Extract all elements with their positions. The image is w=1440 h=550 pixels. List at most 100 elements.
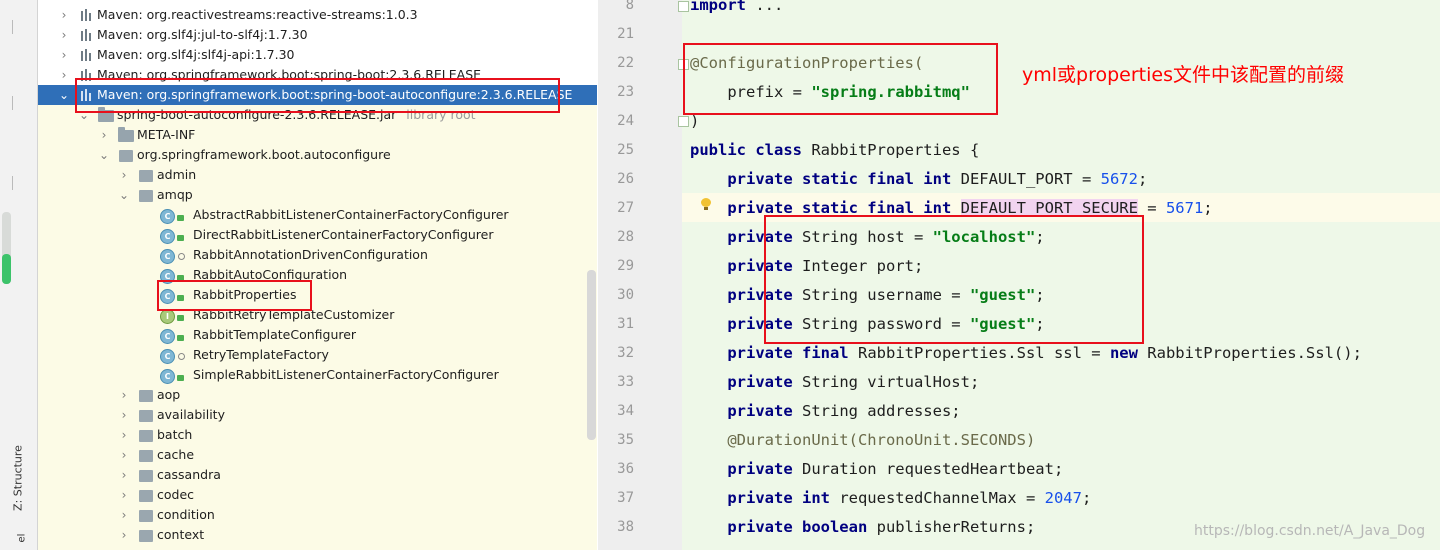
lock-icon	[177, 315, 184, 321]
package-icon	[139, 450, 153, 462]
line-number: 22	[617, 55, 634, 71]
chevron-right-icon[interactable]: ›	[118, 425, 130, 445]
line-number: 35	[617, 432, 634, 448]
chevron-right-icon[interactable]: ›	[58, 65, 70, 85]
library-icon	[80, 48, 94, 62]
tree-row-label: RabbitTemplateConfigurer	[193, 327, 357, 342]
tree-row-class[interactable]: C DirectRabbitListenerContainerFactoryCo…	[38, 225, 597, 245]
package-icon	[139, 510, 153, 522]
tree-row-interface[interactable]: I RabbitRetryTemplateCustomizer	[38, 305, 597, 325]
tree-row-library[interactable]: › Maven: org.slf4j:slf4j-api:1.7.30	[38, 45, 597, 65]
library-icon	[80, 8, 94, 22]
tree-row-class[interactable]: C RabbitAutoConfiguration	[38, 265, 597, 285]
class-icon: C	[160, 329, 175, 344]
line-number: 24	[617, 113, 634, 129]
tree-row-class[interactable]: C SimpleRabbitListenerContainerFactoryCo…	[38, 365, 597, 385]
tree-row-label: codec	[157, 487, 195, 502]
tree-row-package[interactable]: › availability	[38, 405, 597, 425]
tree-row-class[interactable]: C RetryTemplateFactory	[38, 345, 597, 365]
package-icon	[139, 410, 153, 422]
package-icon	[119, 150, 133, 162]
strip-divider	[12, 176, 13, 190]
class-icon: C	[160, 229, 175, 244]
chevron-right-icon[interactable]: ›	[58, 25, 70, 45]
tree-row-package[interactable]: ⌄ org.springframework.boot.autoconfigure	[38, 145, 597, 165]
class-icon: C	[160, 369, 175, 384]
tree-row-label: cache	[157, 447, 195, 462]
chevron-down-icon[interactable]: ⌄	[58, 85, 70, 105]
chevron-right-icon[interactable]: ›	[58, 45, 70, 65]
tree-row-package[interactable]: › context	[38, 525, 597, 545]
strip-divider	[12, 96, 13, 110]
code-line: private static final int DEFAULT_PORT = …	[727, 170, 1148, 188]
fold-marker-icon[interactable]	[678, 116, 689, 127]
chevron-right-icon[interactable]: ›	[118, 505, 130, 525]
line-number: 31	[617, 316, 634, 332]
tree-row-package[interactable]: › cache	[38, 445, 597, 465]
tree-row-package[interactable]: › cassandra	[38, 465, 597, 485]
tree-row-label: batch	[157, 427, 193, 442]
structure-tool-tab[interactable]: Z: Structure	[6, 438, 30, 518]
tree-row-label: Maven: org.slf4j:jul-to-slf4j:1.7.30	[97, 27, 308, 42]
tree-row-label: context	[157, 527, 205, 542]
tree-row-label: AbstractRabbitListenerContainerFactoryCo…	[193, 207, 509, 222]
library-icon	[80, 28, 94, 42]
line-number-gutter: 8 21 22 23 24 25 26 27 28 29 30 31 32 33…	[598, 0, 682, 550]
line-number: 32	[617, 345, 634, 361]
package-icon	[139, 390, 153, 402]
chevron-right-icon[interactable]: ›	[118, 485, 130, 505]
highlight-box-prefix	[683, 43, 998, 115]
chevron-right-icon[interactable]: ›	[118, 385, 130, 405]
left-tool-strip: Z: Structure el	[0, 0, 38, 550]
tree-row-label: Maven: org.reactivestreams:reactive-stre…	[97, 7, 418, 22]
tree-row-label: META-INF	[137, 127, 196, 142]
chevron-down-icon[interactable]: ⌄	[118, 185, 130, 205]
line-number: 8	[625, 0, 634, 13]
line-number: 26	[617, 171, 634, 187]
tree-row-folder[interactable]: › META-INF	[38, 125, 597, 145]
line-number: 33	[617, 374, 634, 390]
tree-row-package[interactable]: › admin	[38, 165, 597, 185]
chevron-down-icon[interactable]: ⌄	[98, 145, 110, 165]
package-icon	[139, 490, 153, 502]
tree-row-package[interactable]: › codec	[38, 485, 597, 505]
highlight-box-rabbitproperties	[157, 280, 312, 311]
chevron-right-icon[interactable]: ›	[98, 125, 110, 145]
chevron-right-icon[interactable]: ›	[58, 5, 70, 25]
interface-icon: I	[160, 309, 175, 324]
code-line: private int requestedChannelMax = 2047;	[727, 489, 1092, 507]
tree-row-package[interactable]: › condition	[38, 505, 597, 525]
tree-row-package[interactable]: › aop	[38, 385, 597, 405]
chevron-right-icon[interactable]: ›	[118, 165, 130, 185]
tree-row-label: Maven: org.slf4j:slf4j-api:1.7.30	[97, 47, 295, 62]
chevron-right-icon[interactable]: ›	[118, 525, 130, 545]
tree-row-library[interactable]: › Maven: org.slf4j:jul-to-slf4j:1.7.30	[38, 25, 597, 45]
class-icon: C	[160, 349, 175, 364]
tree-scrollbar[interactable]	[587, 270, 596, 440]
tree-row-class[interactable]: C RabbitTemplateConfigurer	[38, 325, 597, 345]
bottom-tool-tab[interactable]: el	[17, 525, 28, 550]
package-icon	[139, 170, 153, 182]
line-number: 27	[617, 200, 634, 216]
line-number: 34	[617, 403, 634, 419]
tree-row-package[interactable]: ⌄ amqp	[38, 185, 597, 205]
tree-row-label: org.springframework.boot.autoconfigure	[137, 147, 391, 162]
tree-row-label: cassandra	[157, 467, 221, 482]
package-icon	[139, 530, 153, 542]
highlight-box-default-values	[764, 215, 1144, 344]
tree-row-library[interactable]: › Maven: org.reactivestreams:reactive-st…	[38, 5, 597, 25]
chevron-right-icon[interactable]: ›	[118, 465, 130, 485]
tree-row-label: RetryTemplateFactory	[193, 347, 329, 362]
tree-row-class[interactable]: C AbstractRabbitListenerContainerFactory…	[38, 205, 597, 225]
tree-row-class-rabbitproperties[interactable]: C RabbitProperties	[38, 285, 597, 305]
chevron-right-icon[interactable]: ›	[118, 405, 130, 425]
fold-marker-icon[interactable]	[678, 1, 689, 12]
tree-row-package[interactable]: › batch	[38, 425, 597, 445]
line-number: 28	[617, 229, 634, 245]
tree-row-label: admin	[157, 167, 197, 182]
chevron-right-icon[interactable]: ›	[118, 445, 130, 465]
line-number: 37	[617, 490, 634, 506]
memory-indicator	[2, 212, 11, 284]
tree-row-class[interactable]: C RabbitAnnotationDrivenConfiguration	[38, 245, 597, 265]
line-number: 23	[617, 84, 634, 100]
